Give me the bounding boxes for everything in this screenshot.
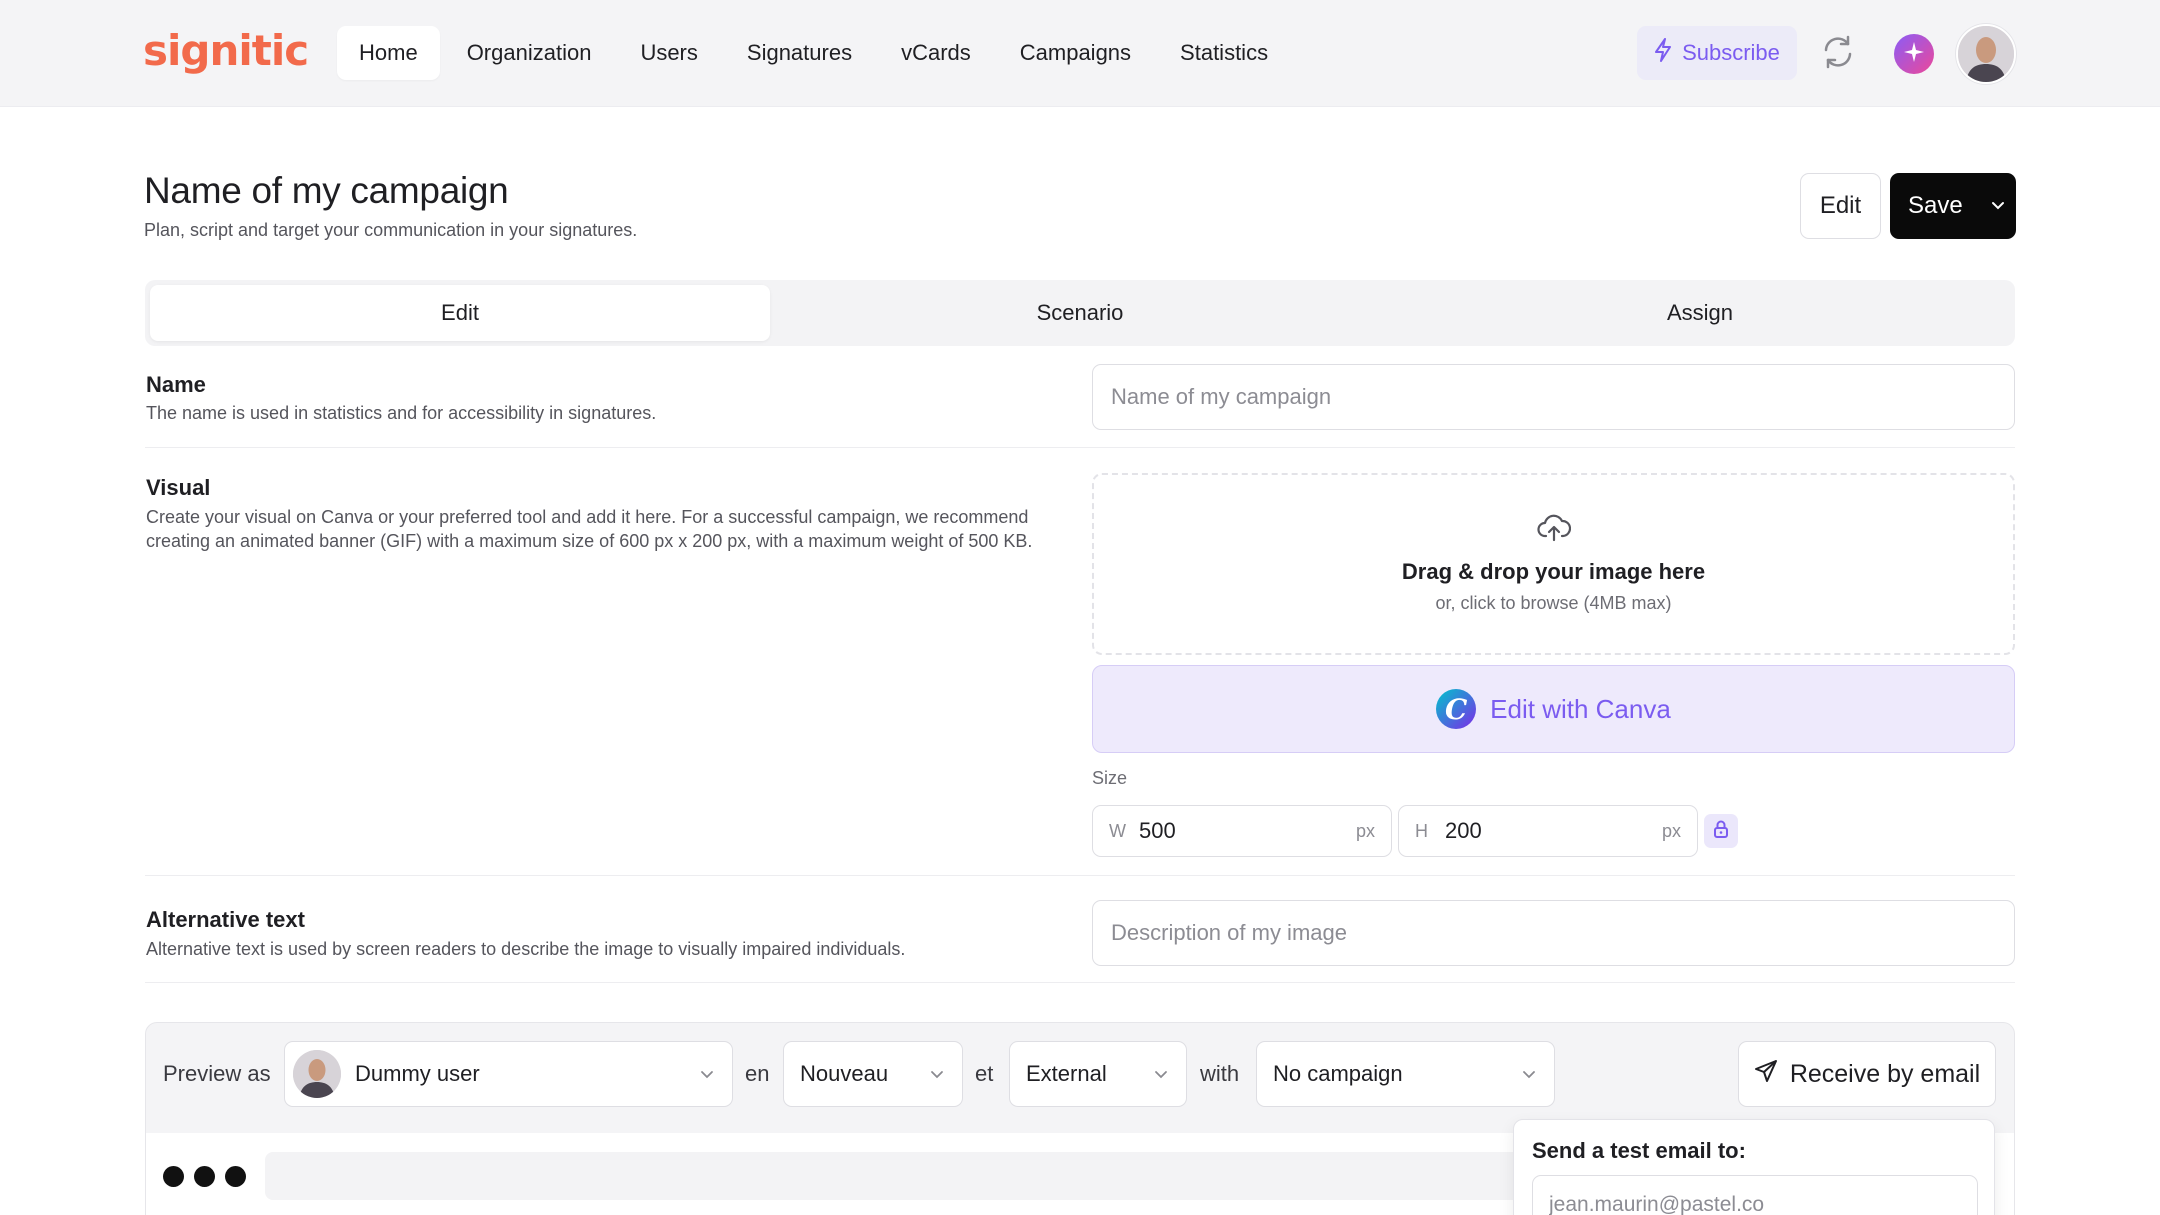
top-navbar: signitic Home Organization Users Signatu… xyxy=(0,0,2160,107)
canva-logo-icon: C xyxy=(1436,689,1477,729)
window-dot-icon xyxy=(194,1166,215,1187)
nav-organization[interactable]: Organization xyxy=(445,26,614,80)
chevron-down-icon xyxy=(1152,1070,1170,1079)
sync-button[interactable] xyxy=(1818,34,1858,74)
en-label: en xyxy=(745,1061,770,1086)
edit-with-canva-button[interactable]: C Edit with Canva xyxy=(1092,665,2015,753)
name-label: Name xyxy=(146,372,206,397)
page-subtitle: Plan, script and target your communicati… xyxy=(144,220,638,240)
avatar-portrait-icon xyxy=(1958,26,2014,82)
save-button[interactable]: Save xyxy=(1890,173,2016,239)
divider xyxy=(145,447,2015,448)
user-avatar[interactable] xyxy=(1956,24,2016,84)
lightning-icon xyxy=(1654,38,1672,68)
audience-value: External xyxy=(1026,1061,1107,1086)
chevron-down-icon[interactable] xyxy=(1980,201,2016,211)
et-label: et xyxy=(975,1061,994,1086)
tab-scenario[interactable]: Scenario xyxy=(770,285,1390,341)
width-value: 500 xyxy=(1139,818,1176,843)
sparkle-icon xyxy=(1903,41,1925,68)
nav-home[interactable]: Home xyxy=(337,26,440,80)
sync-icon xyxy=(1819,33,1857,76)
send-test-email-popover: Send a test email to: xyxy=(1513,1119,1995,1215)
send-icon xyxy=(1754,1059,1778,1090)
preview-user-select[interactable]: Dummy user xyxy=(284,1041,733,1107)
nav-users[interactable]: Users xyxy=(618,26,719,80)
subscribe-button[interactable]: Subscribe xyxy=(1637,26,1797,80)
alt-text-input[interactable] xyxy=(1092,900,2015,966)
size-label: Size xyxy=(1092,768,1128,788)
width-unit: px xyxy=(1355,820,1375,841)
divider xyxy=(145,982,2015,983)
email-header-bar xyxy=(265,1152,1605,1200)
tab-edit[interactable]: Edit xyxy=(150,285,770,341)
page-title: Name of my campaign xyxy=(144,170,509,211)
visual-description: Create your visual on Canva or your pref… xyxy=(146,507,1033,551)
height-unit: px xyxy=(1661,820,1681,841)
nav-signatures[interactable]: Signatures xyxy=(725,26,874,80)
preview-as-label: Preview as xyxy=(163,1061,271,1086)
preview-user-value: Dummy user xyxy=(355,1061,480,1086)
height-input[interactable]: H 200 px xyxy=(1398,805,1698,857)
upload-cloud-icon xyxy=(1536,514,1571,547)
status-select[interactable]: Nouveau xyxy=(783,1041,963,1107)
divider xyxy=(145,875,2015,876)
ai-assistant-button[interactable] xyxy=(1894,34,1934,74)
visual-label: Visual xyxy=(146,475,211,500)
width-prefix: W xyxy=(1109,820,1126,841)
popover-title: Send a test email to: xyxy=(1532,1138,1746,1163)
window-dot-icon xyxy=(163,1166,184,1187)
test-email-input[interactable] xyxy=(1532,1175,1978,1215)
with-label: with xyxy=(1200,1061,1240,1086)
height-prefix: H xyxy=(1415,820,1428,841)
save-label: Save xyxy=(1908,192,1963,219)
edit-button[interactable]: Edit xyxy=(1800,173,1881,239)
chevron-down-icon xyxy=(928,1070,946,1079)
dropzone-subtitle: or, click to browse (4MB max) xyxy=(1435,593,1672,613)
campaign-select[interactable]: No campaign xyxy=(1256,1041,1555,1107)
window-controls xyxy=(163,1166,246,1187)
chevron-down-icon xyxy=(698,1070,716,1079)
receive-by-email-button[interactable]: Receive by email xyxy=(1738,1041,1996,1107)
width-input[interactable]: W 500 px xyxy=(1092,805,1392,857)
subscribe-label: Subscribe xyxy=(1682,40,1780,65)
signitic-logo[interactable]: signitic xyxy=(143,26,309,75)
main-nav: Home Organization Users Signatures vCard… xyxy=(337,26,1295,80)
status-value: Nouveau xyxy=(800,1061,889,1086)
receive-label: Receive by email xyxy=(1789,1059,1981,1088)
campaign-tabs: Edit Scenario Assign xyxy=(145,280,2015,346)
image-dropzone[interactable]: Drag & drop your image here or, click to… xyxy=(1092,473,2015,655)
campaign-value: No campaign xyxy=(1273,1061,1403,1086)
nav-vcards[interactable]: vCards xyxy=(879,26,993,80)
name-description: The name is used in statistics and for a… xyxy=(146,403,657,423)
nav-statistics[interactable]: Statistics xyxy=(1158,26,1290,80)
dropzone-title: Drag & drop your image here xyxy=(1401,559,1706,584)
alt-text-description: Alternative text is used by screen reade… xyxy=(146,939,906,959)
height-value: 200 xyxy=(1445,818,1482,843)
nav-campaigns[interactable]: Campaigns xyxy=(998,26,1153,80)
audience-select[interactable]: External xyxy=(1009,1041,1187,1107)
campaign-name-input[interactable] xyxy=(1092,364,2015,430)
lock-icon xyxy=(1712,819,1730,844)
tab-assign[interactable]: Assign xyxy=(1390,285,2010,341)
canva-label: Edit with Canva xyxy=(1490,693,1671,724)
dummy-user-avatar xyxy=(293,1050,341,1098)
window-dot-icon xyxy=(225,1166,246,1187)
chevron-down-icon xyxy=(1520,1070,1538,1079)
alt-text-label: Alternative text xyxy=(146,907,305,932)
aspect-lock-button[interactable] xyxy=(1704,814,1738,848)
